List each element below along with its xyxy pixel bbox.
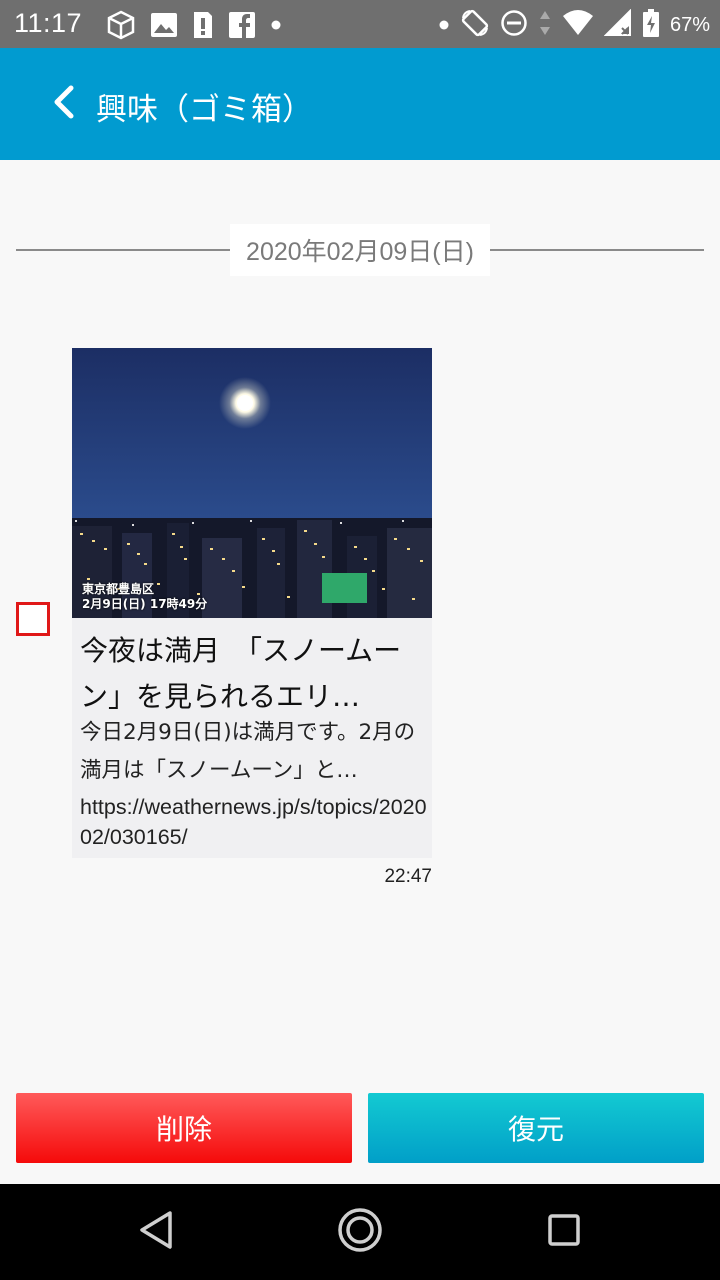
date-separator: 2020年02月09日(日) bbox=[16, 224, 704, 276]
home-circle-icon bbox=[336, 1206, 384, 1258]
rotate-icon bbox=[460, 8, 490, 42]
system-nav-bar bbox=[0, 1184, 720, 1280]
facebook-icon bbox=[228, 11, 256, 39]
data-arrows-icon bbox=[538, 9, 552, 41]
article-url[interactable]: https://weathernews.jp/s/topics/202002/0… bbox=[80, 792, 430, 852]
dot-icon bbox=[270, 19, 282, 31]
status-time: 11:17 bbox=[14, 8, 83, 38]
wifi-icon bbox=[562, 10, 594, 40]
status-bar: 11:17 67% bbox=[0, 0, 720, 48]
app-bar: 興味（ゴミ箱） bbox=[0, 48, 720, 160]
nav-back-button[interactable] bbox=[126, 1204, 186, 1260]
nav-recents-button[interactable] bbox=[534, 1204, 594, 1260]
thumbnail-image: 東京都豊島区 2月9日(日) 17時49分 bbox=[72, 348, 432, 618]
caption-datetime: 2月9日(日) 17時49分 bbox=[82, 597, 208, 611]
caption-location: 東京都豊島区 bbox=[82, 582, 155, 596]
battery-percent: 67% bbox=[669, 13, 710, 36]
thumbnail-caption: 東京都豊島区 2月9日(日) 17時49分 bbox=[82, 582, 207, 612]
date-label: 2020年02月09日(日) bbox=[230, 224, 490, 276]
back-triangle-icon bbox=[138, 1210, 174, 1254]
nav-home-button[interactable] bbox=[330, 1204, 390, 1260]
storage-icon bbox=[106, 10, 136, 40]
back-button[interactable] bbox=[40, 78, 88, 130]
image-icon bbox=[150, 12, 178, 38]
dot-icon bbox=[438, 16, 450, 35]
chevron-left-icon bbox=[52, 85, 76, 123]
status-right-icons: 67% bbox=[438, 8, 710, 42]
saved-time: 22:47 bbox=[384, 866, 432, 887]
signal-icon bbox=[603, 8, 632, 41]
status-left-icons bbox=[106, 10, 282, 40]
battery-charging-icon bbox=[642, 8, 660, 42]
restore-button[interactable]: 復元 bbox=[368, 1093, 704, 1163]
article-card[interactable]: 東京都豊島区 2月9日(日) 17時49分 今夜は満月 「スノームーン」を見られ… bbox=[72, 348, 432, 858]
page-title: 興味（ゴミ箱） bbox=[96, 92, 313, 128]
article-title: 今夜は満月 「スノームーン」を見られるエリ… bbox=[80, 634, 402, 713]
delete-button[interactable]: 削除 bbox=[16, 1093, 352, 1163]
sd-alert-icon bbox=[192, 10, 214, 40]
article-description: 今日2月9日(日)は満月です。2月の満月は「スノームーン」と… bbox=[80, 720, 416, 783]
select-checkbox[interactable] bbox=[16, 602, 50, 636]
divider bbox=[490, 249, 704, 251]
do-not-disturb-icon bbox=[500, 9, 528, 41]
recents-square-icon bbox=[547, 1213, 581, 1251]
divider bbox=[16, 249, 230, 251]
